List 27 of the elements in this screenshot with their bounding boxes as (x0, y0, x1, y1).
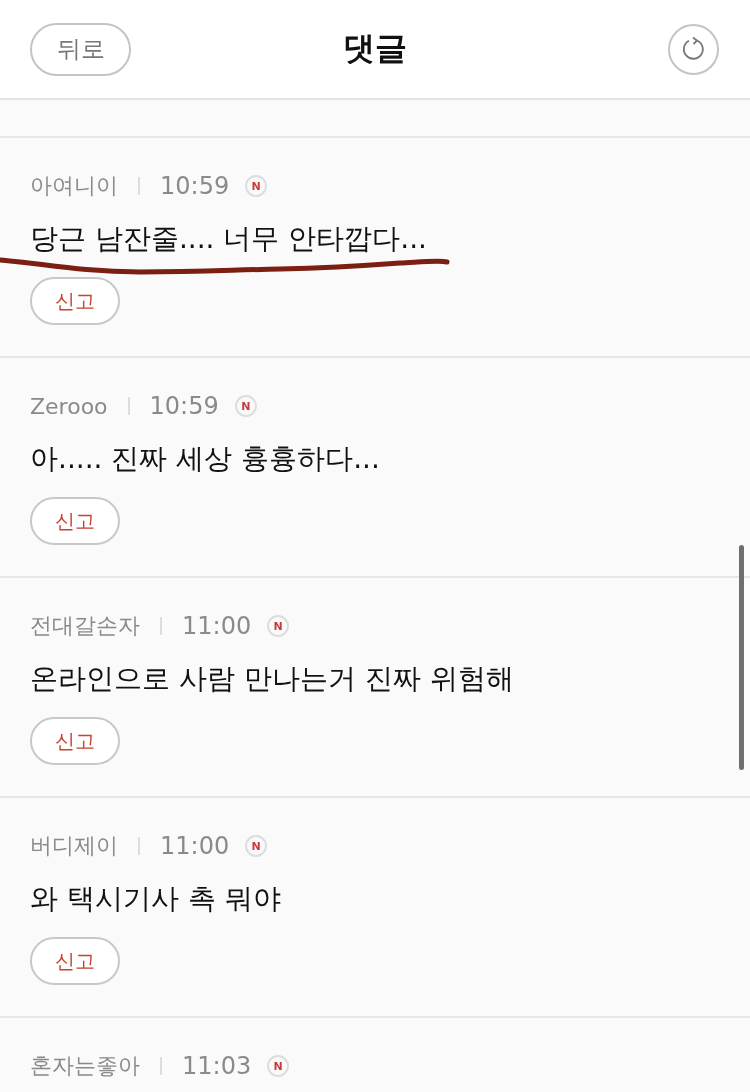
author-name: 혼자는좋아 (30, 1052, 140, 1080)
refresh-icon (680, 36, 707, 62)
comment-time: 10:59 (160, 172, 230, 200)
author-name: Zerooo (30, 393, 108, 419)
new-badge: N (245, 175, 268, 197)
author-name: 전대갈손자 (30, 612, 140, 640)
comment-text: 와 택시기사 촉 뭐야 (30, 882, 281, 916)
report-button[interactable]: 신고 (30, 937, 120, 985)
comment-time: 11:00 (182, 612, 252, 640)
page-title: 댓글 (343, 29, 407, 67)
comment-text: 온라인으로 사람 만나는거 진짜 위험해 (30, 662, 514, 696)
refresh-button[interactable] (668, 23, 719, 75)
author-name: 아여니이 (30, 172, 118, 200)
back-button[interactable]: 뒤로 (30, 22, 131, 76)
new-badge: N (267, 1055, 290, 1077)
comment-time: 11:03 (182, 1052, 252, 1080)
new-badge: N (245, 835, 268, 857)
new-badge: N (234, 395, 257, 417)
author-name: 버디제이 (30, 832, 118, 860)
new-badge: N (267, 615, 290, 637)
report-button[interactable]: 신고 (30, 277, 120, 325)
comment-time: 10:59 (149, 392, 219, 420)
comment-text: 아..... 진짜 세상 흉흉하다... (30, 442, 380, 476)
comment-time: 11:00 (160, 832, 230, 860)
report-button[interactable]: 신고 (30, 717, 120, 765)
report-button[interactable]: 신고 (30, 497, 120, 545)
comment-text: 당근 남잔줄.... 너무 안타깝다... (30, 222, 427, 256)
